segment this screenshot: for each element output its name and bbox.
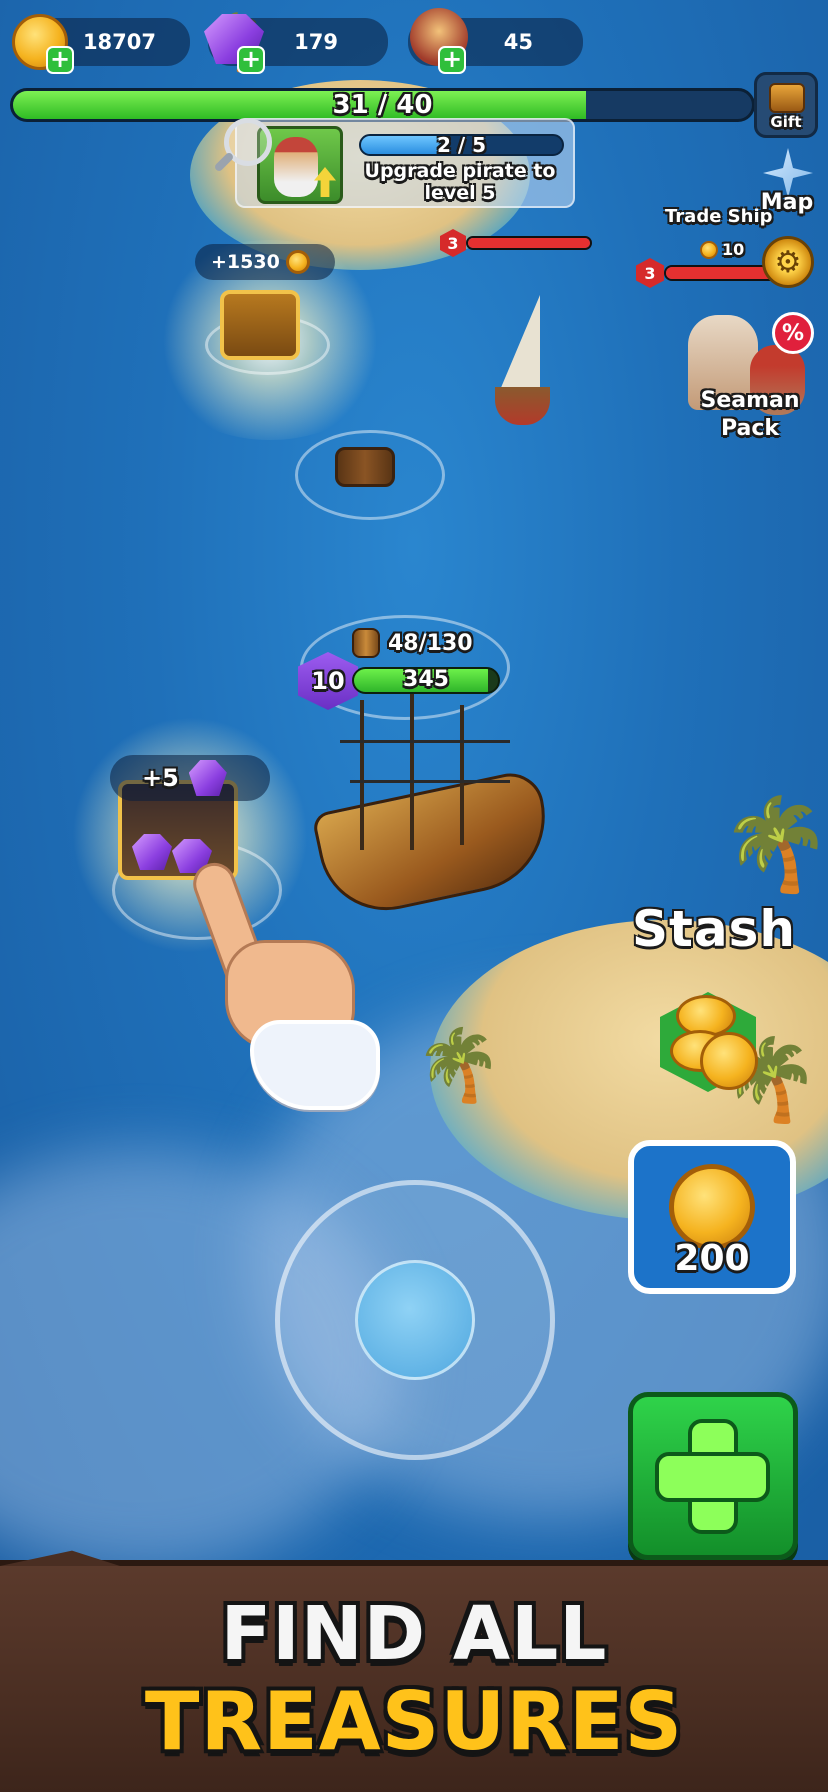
banner-title-line2: TREASURES [144,1675,684,1768]
palm-tree-icon: 🌴 [720,792,828,897]
ship-hp-value: 345 [403,667,449,692]
gem-reward-badge: +5 [110,755,270,801]
discount-badge-icon: % [772,312,814,354]
barrel-icon[interactable] [335,447,395,487]
trade-ship-reward-value: 10 [722,240,745,259]
map-button[interactable]: Map [755,148,819,218]
ocean-map[interactable]: 🌴 🌴 🌴 🌴 +1530 3 Trade Ship 10 3 ⚙ Seaman… [0,0,828,1560]
map-label: Map [760,190,814,215]
ship-level-value: 10 [311,667,345,695]
promo-banner: FIND ALL TREASURES [0,1550,828,1792]
stash-coin-value: 200 [674,1238,750,1279]
heal-button[interactable] [628,1392,798,1560]
quest-progress-bar: 2 / 5 [359,134,564,156]
gem-icon [188,760,227,796]
quest-description: Upgrade pirate to level 5 [364,160,556,204]
joystick-knob[interactable] [355,1260,475,1380]
quest-panel[interactable]: 2 / 5 Upgrade pirate to level 5 [235,118,575,208]
tutorial-hand-icon [185,857,395,1120]
crew-value: 45 [503,30,533,54]
enemy-sailboat[interactable] [490,295,560,435]
gear-icon[interactable]: ⚙ [762,236,814,288]
enemy-hp-bar: 3 [440,229,592,257]
coin-icon [700,240,718,259]
stash-coin-button[interactable]: 200 [628,1140,796,1294]
gift-label: Gift [770,113,802,131]
add-crew-button[interactable]: + [438,46,466,74]
gift-button[interactable]: Gift [754,72,818,138]
coin-icon [700,1032,758,1090]
add-gems-button[interactable]: + [237,46,265,74]
palm-tree-icon: 🌴 [415,1024,503,1106]
level-progress-text: 31 / 40 [332,90,433,120]
treasure-chest-icon [769,83,805,113]
quest-progress-text: 2 / 5 [436,134,487,156]
cargo-value: 48/130 [388,630,473,656]
barrel-icon [352,628,380,658]
ship-hp-bar: 345 [352,667,500,694]
trade-ship-level-badge: 3 [636,258,664,288]
coins-value: 18707 [82,30,156,54]
level-progress-bar: 31 / 40 [10,88,755,122]
coin-reward-badge: +1530 [195,244,335,280]
stash-label: Stash [632,900,797,958]
add-coins-button[interactable]: + [46,46,74,74]
trade-ship-reward: 10 [700,240,744,259]
coin-icon [285,250,310,274]
gems-value: 179 [294,30,338,54]
seaman-pack-label: Seaman Pack [700,388,800,441]
coin-treasure-chest[interactable] [220,290,300,360]
banner-title-line1: FIND ALL [220,1591,608,1677]
gem-reward-value: +5 [142,764,179,792]
cargo-indicator: 48/130 [352,628,473,658]
coin-reward-value: +1530 [211,251,280,273]
